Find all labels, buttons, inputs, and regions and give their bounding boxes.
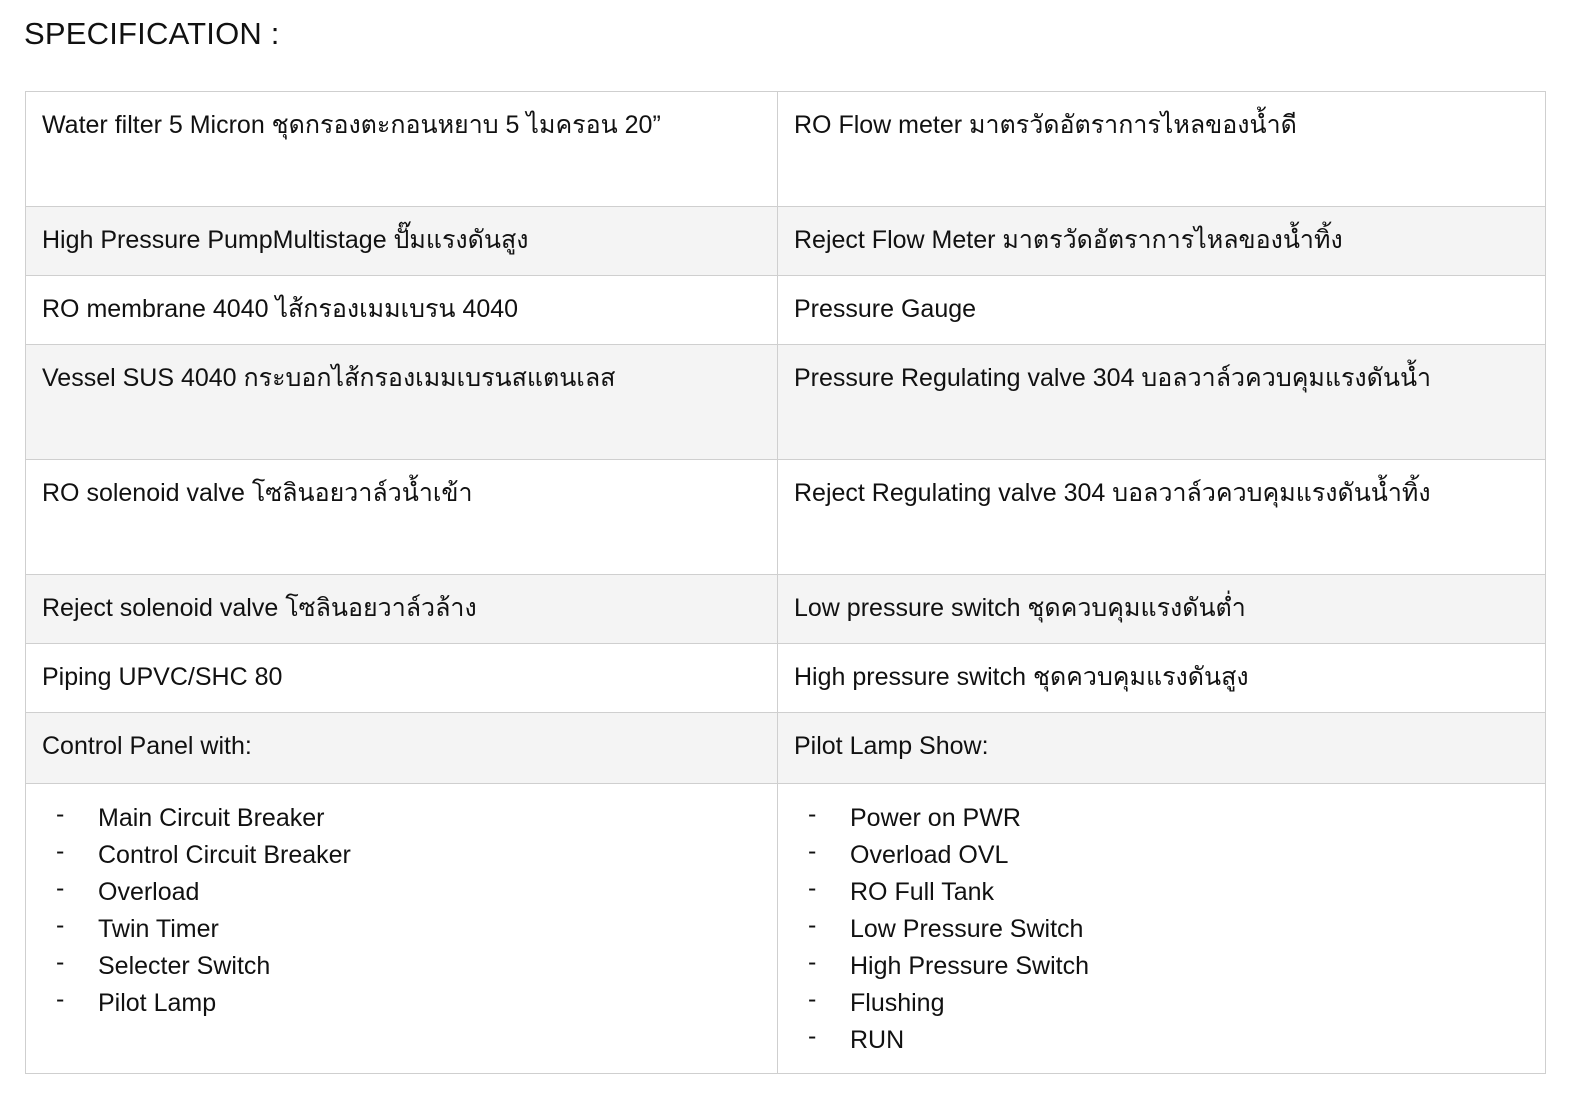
dash-bullet-icon: - bbox=[808, 1022, 817, 1050]
table-row: Water filter 5 Micron ชุดกรองตะกอนหยาบ 5… bbox=[25, 91, 1546, 207]
list-item-label: Overload OVL bbox=[850, 841, 1009, 869]
list-item: - Overload bbox=[56, 874, 763, 911]
list-item-label: Twin Timer bbox=[98, 915, 219, 943]
spec-item-label: Water filter 5 Micron ชุดกรองตะกอนหยาบ 5… bbox=[42, 111, 661, 139]
spec-cell-left: Reject solenoid valve โซลินอยวาล์วล้าง bbox=[25, 574, 778, 644]
dash-bullet-icon: - bbox=[808, 948, 817, 976]
page-title: SPECIFICATION : bbox=[24, 16, 280, 51]
specification-table: Water filter 5 Micron ชุดกรองตะกอนหยาบ 5… bbox=[25, 91, 1546, 1074]
dash-bullet-icon: - bbox=[808, 911, 817, 939]
spec-cell-left: Piping UPVC/SHC 80 bbox=[25, 643, 778, 713]
spec-cell-right: Pilot Lamp Show: bbox=[777, 712, 1546, 784]
spec-item-label: Piping UPVC/SHC 80 bbox=[42, 663, 283, 691]
spec-cell-right: Pressure Regulating valve 304 บอลวาล์วคว… bbox=[777, 344, 1546, 460]
table-row: Piping UPVC/SHC 80 High pressure switch … bbox=[25, 643, 1546, 713]
list-item: - RO Full Tank bbox=[808, 874, 1531, 911]
dash-bullet-icon: - bbox=[808, 837, 817, 865]
spec-cell-left: Vessel SUS 4040 กระบอกไส้กรองเมมเบรนสแตน… bbox=[25, 344, 778, 460]
spec-cell-right: Reject Flow Meter มาตรวัดอัตราการไหลของน… bbox=[777, 206, 1546, 276]
control-panel-list: - Main Circuit Breaker - Control Circuit Br… bbox=[42, 800, 763, 1022]
table-row: High Pressure PumpMultistage ปั๊มแรงดันส… bbox=[25, 206, 1546, 276]
spec-item-label: RO solenoid valve โซลินอยวาล์วน้ำเข้า bbox=[42, 479, 473, 507]
dash-bullet-icon: - bbox=[808, 874, 817, 902]
spec-item-label: Reject Flow Meter มาตรวัดอัตราการไหลของน… bbox=[794, 226, 1343, 254]
dash-bullet-icon: - bbox=[56, 911, 65, 939]
list-item-label: RUN bbox=[850, 1026, 905, 1054]
table-row: RO membrane 4040 ไส้กรองเมมเบรน 4040 Pre… bbox=[25, 275, 1546, 345]
list-item-label: Overload bbox=[98, 878, 200, 906]
control-panel-heading: Control Panel with: bbox=[42, 732, 252, 760]
spec-cell-left: - Main Circuit Breaker - Control Circuit Br… bbox=[25, 783, 778, 1074]
pilot-lamp-list: - Power on PWR - Overload OVL - RO Full Tank -… bbox=[794, 800, 1531, 1059]
table-row: RO solenoid valve โซลินอยวาล์วน้ำเข้า Re… bbox=[25, 459, 1546, 575]
list-item: - RUN bbox=[808, 1022, 1531, 1059]
spec-cell-left: Water filter 5 Micron ชุดกรองตะกอนหยาบ 5… bbox=[25, 91, 778, 207]
table-row: - Main Circuit Breaker - Control Circuit Br… bbox=[25, 783, 1546, 1074]
spec-cell-left: Control Panel with: bbox=[25, 712, 778, 784]
list-item-label: Power on PWR bbox=[850, 804, 1021, 832]
spec-item-label: Pressure Regulating valve 304 บอลวาล์วคว… bbox=[794, 364, 1432, 392]
list-item-label: Main Circuit Breaker bbox=[98, 804, 325, 832]
dash-bullet-icon: - bbox=[808, 985, 817, 1013]
spec-cell-right: - Power on PWR - Overload OVL - RO Full Tank -… bbox=[777, 783, 1546, 1074]
dash-bullet-icon: - bbox=[56, 948, 65, 976]
list-item: - Main Circuit Breaker bbox=[56, 800, 763, 837]
spec-cell-left: RO solenoid valve โซลินอยวาล์วน้ำเข้า bbox=[25, 459, 778, 575]
list-item: - Low Pressure Switch bbox=[808, 911, 1531, 948]
spec-cell-right: Pressure Gauge bbox=[777, 275, 1546, 345]
spec-item-label: High pressure switch ชุดควบคุมแรงดันสูง bbox=[794, 663, 1249, 691]
spec-cell-right: RO Flow meter มาตรวัดอัตราการไหลของน้ำดี bbox=[777, 91, 1546, 207]
dash-bullet-icon: - bbox=[56, 985, 65, 1013]
spec-cell-right: High pressure switch ชุดควบคุมแรงดันสูง bbox=[777, 643, 1546, 713]
list-item: - Flushing bbox=[808, 985, 1531, 1022]
dash-bullet-icon: - bbox=[56, 837, 65, 865]
table-row: Control Panel with: Pilot Lamp Show: bbox=[25, 712, 1546, 784]
spec-item-label: RO membrane 4040 ไส้กรองเมมเบรน 4040 bbox=[42, 295, 519, 323]
specification-page: SPECIFICATION : Water filter 5 Micron ชุ… bbox=[0, 0, 1582, 1116]
spec-cell-left: High Pressure PumpMultistage ปั๊มแรงดันส… bbox=[25, 206, 778, 276]
list-item: - Power on PWR bbox=[808, 800, 1531, 837]
list-item: - Control Circuit Breaker bbox=[56, 837, 763, 874]
table-row: Vessel SUS 4040 กระบอกไส้กรองเมมเบรนสแตน… bbox=[25, 344, 1546, 460]
list-item-label: High Pressure Switch bbox=[850, 952, 1089, 980]
list-item-label: RO Full Tank bbox=[850, 878, 995, 906]
table-row: Reject solenoid valve โซลินอยวาล์วล้าง L… bbox=[25, 574, 1546, 644]
spec-cell-right: Reject Regulating valve 304 บอลวาล์วควบค… bbox=[777, 459, 1546, 575]
dash-bullet-icon: - bbox=[808, 800, 817, 828]
spec-cell-right: Low pressure switch ชุดควบคุมแรงดันต่ำ bbox=[777, 574, 1546, 644]
spec-item-label: Reject Regulating valve 304 บอลวาล์วควบค… bbox=[794, 479, 1431, 507]
list-item: - Pilot Lamp bbox=[56, 985, 763, 1022]
list-item: - High Pressure Switch bbox=[808, 948, 1531, 985]
spec-item-label: Pressure Gauge bbox=[794, 295, 977, 323]
list-item-label: Pilot Lamp bbox=[98, 989, 217, 1017]
spec-item-label: Low pressure switch ชุดควบคุมแรงดันต่ำ bbox=[794, 594, 1246, 622]
spec-cell-left: RO membrane 4040 ไส้กรองเมมเบรน 4040 bbox=[25, 275, 778, 345]
spec-item-label: High Pressure PumpMultistage ปั๊มแรงดันส… bbox=[42, 226, 529, 254]
list-item-label: Low Pressure Switch bbox=[850, 915, 1084, 943]
specification-table-body: Water filter 5 Micron ชุดกรองตะกอนหยาบ 5… bbox=[25, 91, 1546, 1074]
pilot-lamp-heading: Pilot Lamp Show: bbox=[794, 732, 989, 760]
list-item-label: Selecter Switch bbox=[98, 952, 271, 980]
list-item: - Twin Timer bbox=[56, 911, 763, 948]
spec-item-label: Reject solenoid valve โซลินอยวาล์วล้าง bbox=[42, 594, 477, 622]
list-item-label: Flushing bbox=[850, 989, 945, 1017]
dash-bullet-icon: - bbox=[56, 874, 65, 902]
list-item-label: Control Circuit Breaker bbox=[98, 841, 351, 869]
dash-bullet-icon: - bbox=[56, 800, 65, 828]
list-item: - Overload OVL bbox=[808, 837, 1531, 874]
list-item: - Selecter Switch bbox=[56, 948, 763, 985]
spec-item-label: RO Flow meter มาตรวัดอัตราการไหลของน้ำดี bbox=[794, 111, 1297, 139]
spec-item-label: Vessel SUS 4040 กระบอกไส้กรองเมมเบรนสแตน… bbox=[42, 364, 616, 392]
